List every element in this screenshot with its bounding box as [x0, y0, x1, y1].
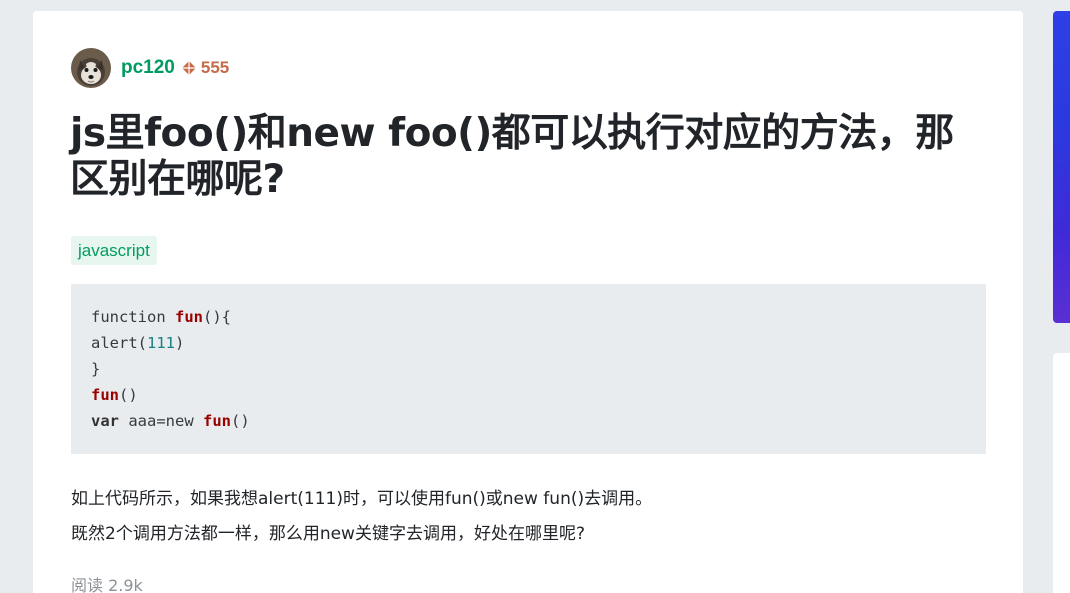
sidebar-card — [1053, 353, 1070, 593]
code-token: ) — [175, 334, 185, 352]
code-token: alert( — [91, 334, 147, 352]
body-paragraph-1: 如上代码所示，如果我想alert(111)时，可以使用fun()或new fun… — [71, 489, 653, 509]
question-card: pc120 555 js里foo()和new foo()都可以执行对应的方法，那… — [33, 11, 1023, 593]
code-token: () — [231, 412, 250, 430]
code-token: function — [91, 308, 175, 326]
page: pc120 555 js里foo()和new foo()都可以执行对应的方法，那… — [0, 0, 1070, 593]
author-info: pc120 555 — [71, 48, 229, 88]
code-token: } — [91, 360, 101, 378]
tag-javascript[interactable]: javascript — [71, 236, 157, 265]
code-line: } — [91, 356, 966, 382]
sidebar-banner[interactable] — [1053, 11, 1070, 323]
reputation-score: 555 — [200, 58, 230, 77]
code-token: fun — [203, 412, 231, 430]
code-token: 111 — [147, 334, 175, 352]
code-token: (){ — [203, 308, 231, 326]
code-block: function fun(){alert(111)} fun() var aaa=n… — [71, 284, 986, 454]
username-link[interactable]: pc120 — [121, 57, 175, 79]
husky-avatar-icon — [71, 48, 111, 88]
code-token: fun — [91, 386, 119, 404]
reputation-icon — [181, 60, 197, 76]
code-line: function fun(){ — [91, 304, 966, 330]
avatar[interactable] — [71, 48, 111, 88]
read-count: 阅读 2.9k — [71, 576, 143, 593]
code-token: var — [91, 412, 119, 430]
code-token: () — [119, 386, 138, 404]
code-line: fun() — [91, 382, 966, 408]
body-paragraph-2: 既然2个调用方法都一样，那么用new关键字去调用，好处在哪里呢? — [71, 524, 585, 544]
question-title: js里foo()和new foo()都可以执行对应的方法，那区别在哪呢? — [70, 111, 954, 202]
code-token: fun — [175, 308, 203, 326]
code-line: alert(111) — [91, 330, 966, 356]
code-token: aaa=new — [119, 412, 203, 430]
code-line: var aaa=new fun() — [91, 408, 966, 434]
